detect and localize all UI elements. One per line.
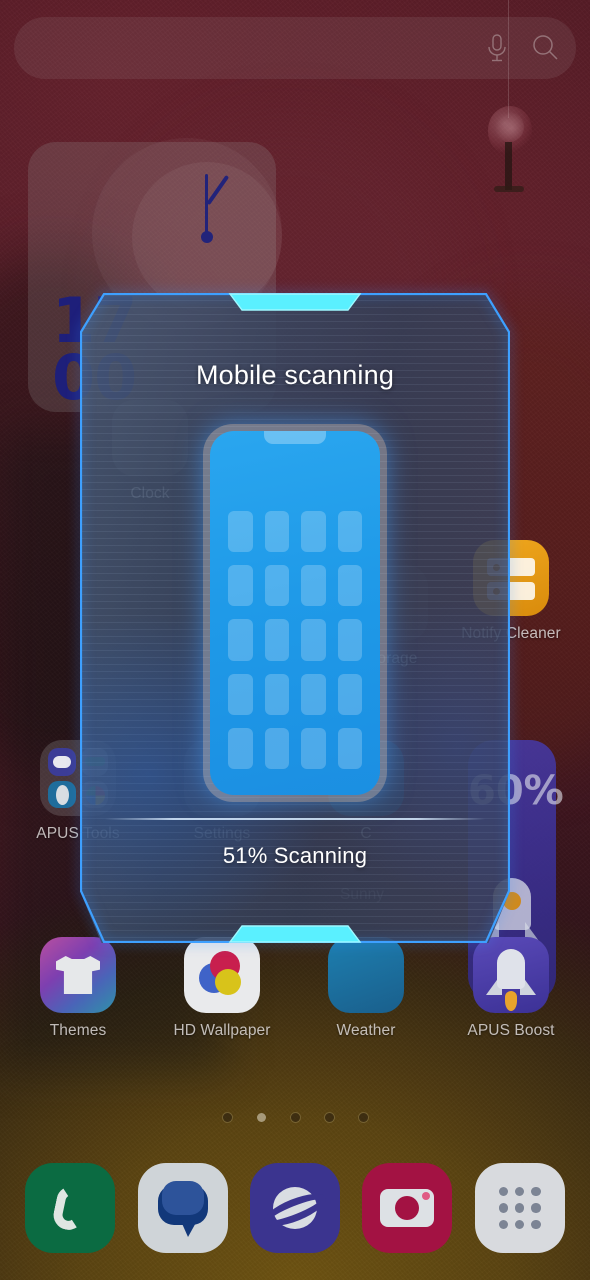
- phone-screen: [210, 431, 380, 795]
- app-themes[interactable]: Themes: [26, 937, 130, 1040]
- apus-boost-icon: [473, 937, 549, 1013]
- app-apus-boost[interactable]: APUS Boost: [459, 937, 563, 1040]
- phone-app-grid: [228, 511, 362, 769]
- microphone-icon[interactable]: [480, 31, 514, 65]
- scanning-status: 51% Scanning: [222, 843, 368, 868]
- tree-base: [494, 186, 524, 192]
- dock: [0, 1163, 590, 1253]
- phone-notch: [264, 431, 326, 444]
- page-dot[interactable]: [222, 1113, 232, 1122]
- clock-minute-hand: [205, 174, 208, 238]
- search-bar[interactable]: [14, 17, 576, 79]
- scan-divider: [105, 818, 485, 820]
- app-label: Themes: [49, 1022, 107, 1039]
- dock-item-camera[interactable]: [362, 1163, 453, 1253]
- themes-icon: [40, 937, 116, 1013]
- scanning-title: Mobile scanning: [195, 360, 395, 390]
- page-dot-active[interactable]: [256, 1113, 266, 1122]
- dock-item-phone[interactable]: [25, 1163, 116, 1253]
- app-label: HD Wallpaper: [173, 1022, 271, 1039]
- hd-wallpaper-icon: [184, 937, 260, 1013]
- clock-center-pin: [201, 231, 213, 243]
- page-dot[interactable]: [290, 1113, 300, 1122]
- analog-clock-face: [132, 162, 282, 312]
- tree-trunk: [505, 142, 512, 190]
- dock-item-messages[interactable]: [137, 1163, 228, 1253]
- clock-hour-hand: [206, 175, 230, 206]
- app-hd-wallpaper[interactable]: HD Wallpaper: [170, 937, 274, 1040]
- page-dot[interactable]: [358, 1113, 368, 1122]
- phone-with-apps-graphic: [203, 424, 387, 802]
- weather-icon: [328, 937, 404, 1013]
- app-label: Weather: [336, 1022, 396, 1039]
- search-icon[interactable]: [528, 31, 562, 65]
- dock-item-app-drawer[interactable]: [474, 1163, 565, 1253]
- page-indicator[interactable]: [0, 1113, 590, 1122]
- app-weather[interactable]: Weather: [314, 937, 418, 1040]
- dock-item-internet[interactable]: [249, 1163, 340, 1253]
- app-label: APUS Boost: [467, 1022, 555, 1039]
- page-dot[interactable]: [324, 1113, 334, 1122]
